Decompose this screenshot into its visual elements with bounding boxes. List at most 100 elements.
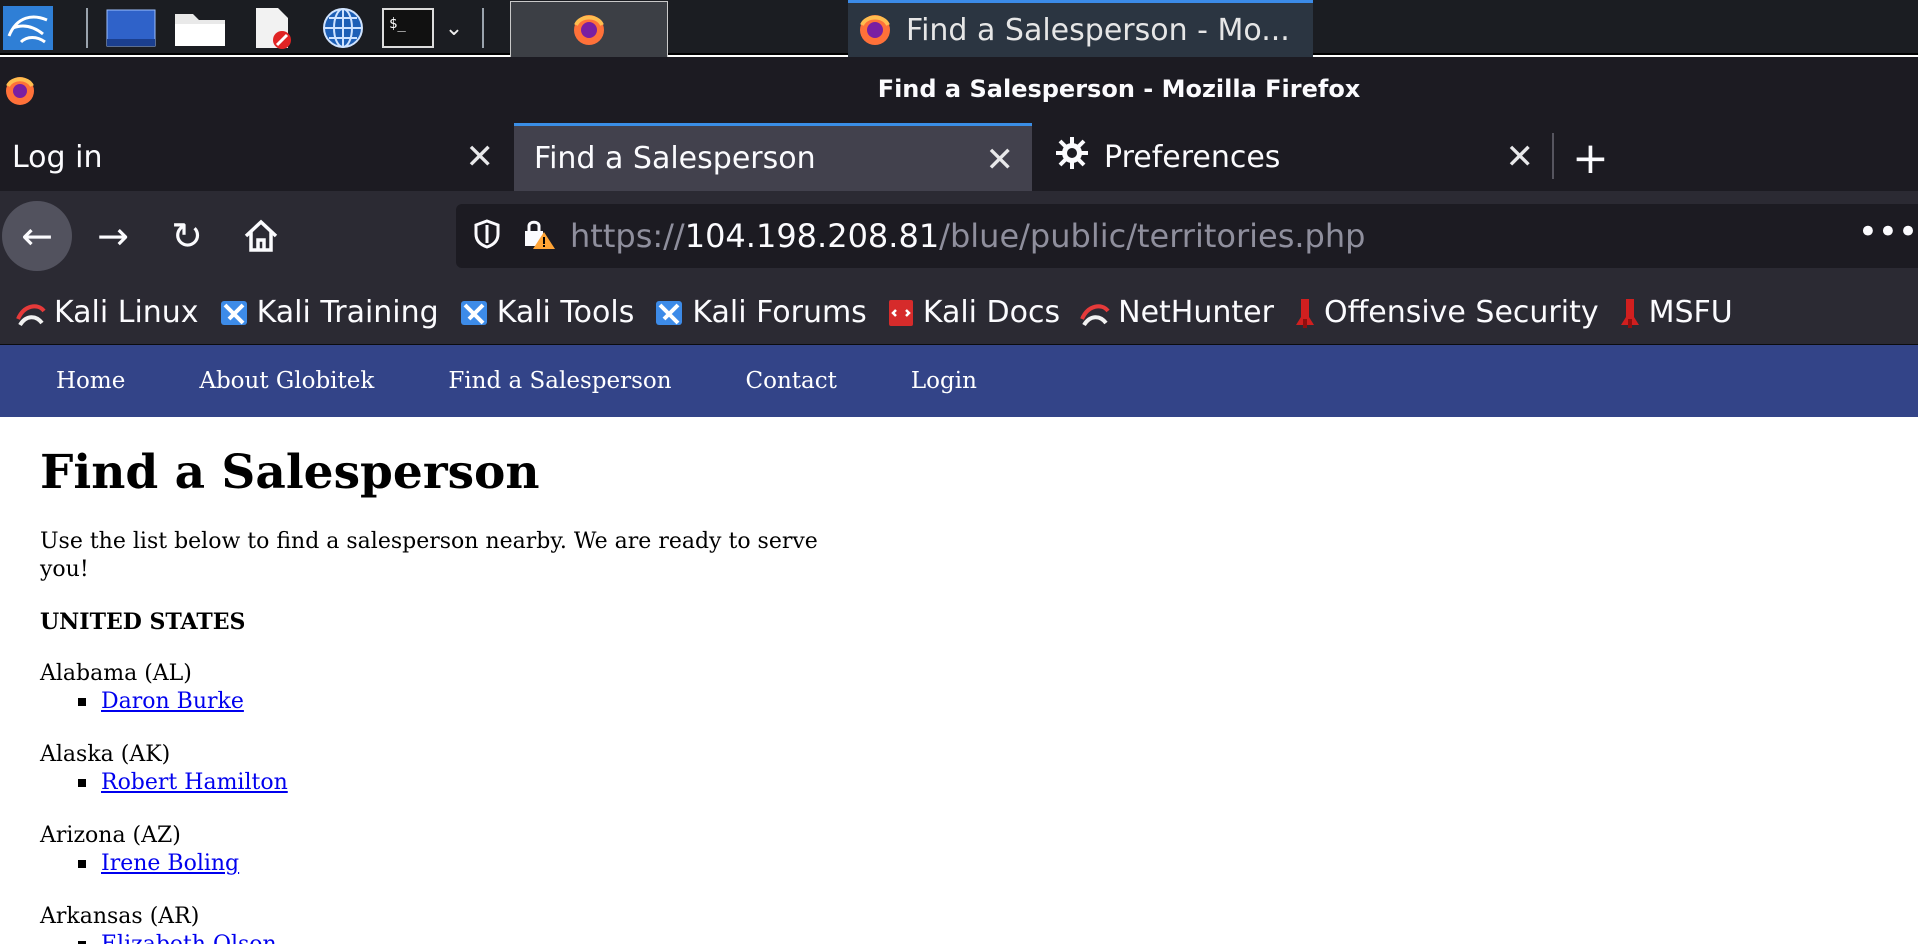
state-group: Arizona (AZ) Irene Boling — [40, 822, 840, 878]
firefox-icon — [574, 14, 604, 45]
panel-separator — [482, 8, 484, 48]
tab-strip: Log in ✕ Find a Salesperson ✕ Preference… — [0, 123, 1918, 191]
reload-button[interactable]: ↻ — [152, 201, 222, 271]
bullet-icon — [78, 779, 86, 787]
kali-menu-icon[interactable] — [0, 6, 56, 50]
kali-tool-icon — [220, 300, 247, 325]
insecure-lock-icon[interactable] — [522, 218, 556, 254]
tab-label: Find a Salesperson — [534, 141, 816, 176]
firefox-icon — [860, 15, 890, 45]
taskbar-firefox-button[interactable] — [510, 1, 668, 58]
nav-link-login[interactable]: Login — [911, 368, 977, 394]
arrow-left-icon: ← — [21, 214, 53, 258]
tab-preferences[interactable]: Preferences ✕ — [1034, 123, 1552, 191]
bookmark-label: Kali Training — [256, 295, 439, 330]
url-text: https://104.198.208.81/blue/public/terri… — [570, 217, 1365, 255]
state-group: Alaska (AK) Robert Hamilton — [40, 741, 840, 797]
state-group: Alabama (AL) Daron Burke — [40, 660, 840, 716]
bookmark-label: Kali Tools — [496, 295, 635, 330]
close-icon[interactable]: ✕ — [986, 140, 1015, 180]
state-name: Arizona (AZ) — [40, 823, 181, 848]
tab-log-in[interactable]: Log in ✕ — [0, 123, 512, 191]
show-desktop-icon[interactable] — [104, 6, 158, 50]
nav-link-find-salesperson[interactable]: Find a Salesperson — [448, 368, 671, 394]
tab-label: Preferences — [1104, 139, 1281, 175]
nav-link-about[interactable]: About Globitek — [199, 368, 374, 394]
state-name: Alaska (AK) — [40, 742, 171, 767]
address-bar[interactable]: https://104.198.208.81/blue/public/terri… — [456, 204, 1918, 268]
kali-dragon-icon — [1080, 303, 1110, 326]
state-group: Arkansas (AR) Elizabeth Olson — [40, 903, 840, 944]
offsec-icon — [1620, 298, 1639, 328]
bookmark-label: Offensive Security — [1323, 295, 1599, 330]
nav-link-contact[interactable]: Contact — [746, 368, 837, 394]
bookmark-kali-training[interactable]: Kali Training — [219, 295, 439, 330]
bullet-icon — [78, 860, 86, 868]
salesperson-list: Irene Boling — [78, 850, 840, 878]
salesperson-list: Robert Hamilton — [78, 769, 840, 797]
navigation-toolbar: ← → ↻ https://104.198.208.81/blue/public… — [0, 191, 1918, 281]
panel-separator — [86, 8, 88, 48]
bookmark-kali-tools[interactable]: Kali Tools — [459, 295, 635, 330]
tab-label: Log in — [12, 139, 103, 175]
list-item: Robert Hamilton — [78, 769, 840, 797]
tab-separator — [1552, 133, 1554, 179]
web-browser-icon[interactable] — [314, 6, 370, 50]
list-item: Irene Boling — [78, 850, 840, 878]
kali-docs-icon — [888, 299, 913, 326]
reload-icon: ↻ — [171, 214, 203, 258]
bookmark-kali-linux[interactable]: Kali Linux — [16, 295, 199, 330]
svg-text:$_: $_ — [389, 16, 406, 32]
back-button[interactable]: ← — [2, 201, 72, 271]
intro-text: Use the list below to find a salesperson… — [40, 529, 818, 582]
terminal-icon[interactable]: $_ — [380, 6, 436, 50]
list-item: Elizabeth Olson — [78, 931, 840, 944]
bookmark-label: MSFU — [1648, 295, 1733, 330]
salesperson-list: Daron Burke — [78, 688, 840, 716]
home-icon — [244, 219, 278, 252]
tab-find-a-salesperson[interactable]: Find a Salesperson ✕ — [514, 123, 1032, 191]
salesperson-link[interactable]: Robert Hamilton — [101, 769, 288, 797]
chevron-down-icon[interactable]: ⌄ — [440, 6, 468, 50]
bookmark-offensive-security[interactable]: Offensive Security — [1294, 295, 1599, 330]
file-manager-icon[interactable] — [172, 6, 228, 50]
url-host: 104.198.208.81 — [684, 217, 940, 255]
window-titlebar: Find a Salesperson - Mozilla Firefox — [0, 57, 1918, 123]
url-scheme: https:// — [570, 217, 685, 255]
bookmark-nethunter[interactable]: NetHunter — [1080, 295, 1274, 330]
page-actions-icon[interactable]: ••• — [1858, 212, 1918, 252]
site-navigation: Home About Globitek Find a Salesperson C… — [0, 345, 1918, 417]
taskbar-window-title: Find a Salesperson - Mo... — [906, 12, 1290, 48]
bookmark-kali-forums[interactable]: Kali Forums — [654, 295, 867, 330]
salesperson-link[interactable]: Elizabeth Olson — [101, 931, 277, 944]
kali-dragon-icon — [16, 303, 46, 326]
country-heading: UNITED STATES — [40, 609, 246, 635]
close-icon[interactable]: ✕ — [1506, 137, 1535, 177]
desktop-panel: $_ ⌄ Find a Salesperson - Mo... — [0, 0, 1918, 58]
main-content: Find a Salesperson Use the list below to… — [40, 417, 840, 944]
list-item: Daron Burke — [78, 688, 840, 716]
offsec-icon — [1295, 298, 1314, 328]
bullet-icon — [78, 698, 86, 706]
state-name: Alabama (AL) — [40, 661, 192, 686]
bookmark-label: Kali Linux — [54, 295, 199, 330]
url-path: /blue/public/territories.php — [939, 217, 1366, 255]
new-tab-button[interactable]: + — [1572, 133, 1609, 184]
arrow-right-icon: → — [97, 214, 129, 258]
page-title: Find a Salesperson — [40, 445, 540, 500]
gear-icon — [1054, 135, 1090, 179]
tracking-shield-icon[interactable] — [474, 219, 500, 253]
bookmark-kali-docs[interactable]: Kali Docs — [887, 295, 1060, 330]
home-button[interactable] — [226, 201, 296, 271]
salesperson-link[interactable]: Irene Boling — [101, 850, 239, 878]
salesperson-link[interactable]: Daron Burke — [101, 688, 244, 716]
close-icon[interactable]: ✕ — [466, 137, 495, 177]
forward-button[interactable]: → — [78, 201, 148, 271]
text-editor-icon[interactable] — [246, 6, 298, 50]
nav-link-home[interactable]: Home — [56, 368, 125, 394]
salesperson-list: Elizabeth Olson — [78, 931, 840, 944]
taskbar-window-button[interactable]: Find a Salesperson - Mo... — [848, 0, 1313, 57]
bookmarks-toolbar: Kali Linux Kali Training Kali Tools Kali… — [0, 281, 1918, 345]
state-name: Arkansas (AR) — [40, 904, 200, 929]
bookmark-msfu[interactable]: MSFU — [1619, 295, 1733, 330]
